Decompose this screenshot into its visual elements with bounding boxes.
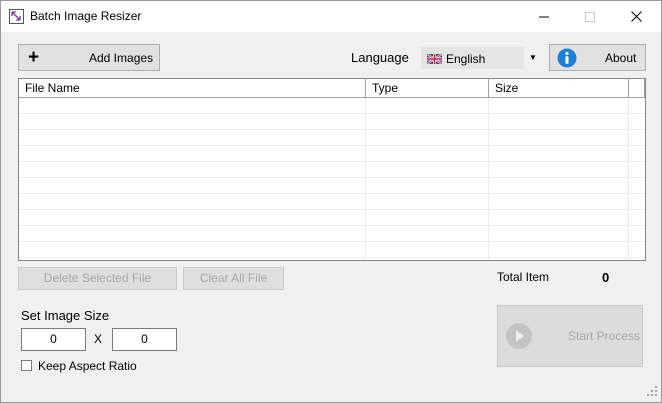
close-button[interactable] <box>613 1 659 32</box>
info-icon <box>557 48 577 68</box>
file-list-table[interactable]: File Name Type Size <box>18 78 646 261</box>
add-images-button[interactable]: + Add Images <box>18 44 160 71</box>
delete-selected-file-button[interactable]: Delete Selected File <box>18 267 177 290</box>
add-images-label: Add Images <box>89 51 154 65</box>
window-title: Batch Image Resizer <box>30 9 142 23</box>
maximize-button[interactable] <box>567 1 613 32</box>
dimension-separator: X <box>94 332 103 346</box>
start-process-button[interactable]: Start Process <box>497 305 643 367</box>
clear-all-file-button[interactable]: Clear All File <box>183 267 284 290</box>
app-icon <box>9 9 24 24</box>
title-bar[interactable]: Batch Image Resizer <box>1 1 661 32</box>
set-image-size-label: Set Image Size <box>21 308 110 323</box>
minimize-icon <box>539 16 549 17</box>
total-item-count: 0 <box>602 270 610 285</box>
resize-grip-icon[interactable] <box>646 385 658 397</box>
language-select[interactable]: English ▼ <box>420 46 544 70</box>
column-header-type[interactable]: Type <box>366 79 489 97</box>
about-button[interactable]: About <box>549 44 646 71</box>
play-icon <box>506 323 532 349</box>
minimize-button[interactable] <box>521 1 567 32</box>
total-item-label: Total Item <box>497 270 550 284</box>
table-header: File Name Type Size <box>19 79 645 98</box>
column-header-size[interactable]: Size <box>489 79 629 97</box>
dropdown-arrow-icon: ▼ <box>529 53 537 62</box>
column-header-file-name[interactable]: File Name <box>19 79 366 97</box>
maximize-icon <box>585 11 595 22</box>
start-process-label: Start Process <box>568 329 641 343</box>
height-input[interactable]: 0 <box>112 328 177 351</box>
width-input[interactable]: 0 <box>21 328 86 351</box>
about-label: About <box>605 51 637 65</box>
keep-aspect-ratio-checkbox[interactable] <box>21 360 32 371</box>
close-icon <box>630 11 642 22</box>
language-label: Language <box>351 50 409 65</box>
plus-icon: + <box>28 47 40 68</box>
language-value: English <box>446 52 486 66</box>
app-window: Batch Image Resizer + Add Images Languag… <box>0 0 662 403</box>
keep-aspect-ratio-label[interactable]: Keep Aspect Ratio <box>38 359 137 373</box>
uk-flag-icon <box>427 54 442 64</box>
column-header-blank[interactable] <box>629 79 645 97</box>
status-bar <box>1 378 661 402</box>
table-grid-lines <box>19 98 645 260</box>
